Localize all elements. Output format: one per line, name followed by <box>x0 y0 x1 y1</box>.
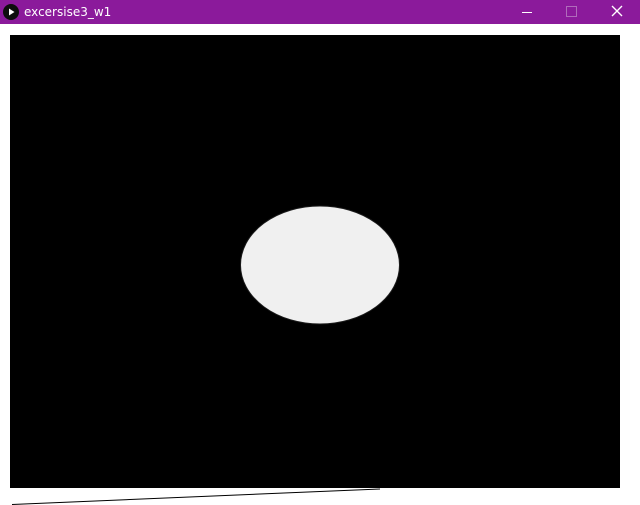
maximize-button[interactable] <box>548 0 594 24</box>
stray-line <box>11 488 381 505</box>
client-area <box>0 24 640 505</box>
title-bar[interactable]: excersise3_w1 <box>0 0 640 24</box>
minimize-icon <box>522 12 532 13</box>
app-window: excersise3_w1 <box>0 0 640 505</box>
close-icon <box>611 5 623 17</box>
processing-play-icon <box>3 4 19 20</box>
close-button[interactable] <box>594 0 640 24</box>
maximize-icon <box>566 6 577 17</box>
ellipse-shape <box>240 205 400 325</box>
window-title: excersise3_w1 <box>24 5 112 19</box>
minimize-button[interactable] <box>503 0 549 24</box>
sketch-canvas[interactable] <box>10 35 620 488</box>
